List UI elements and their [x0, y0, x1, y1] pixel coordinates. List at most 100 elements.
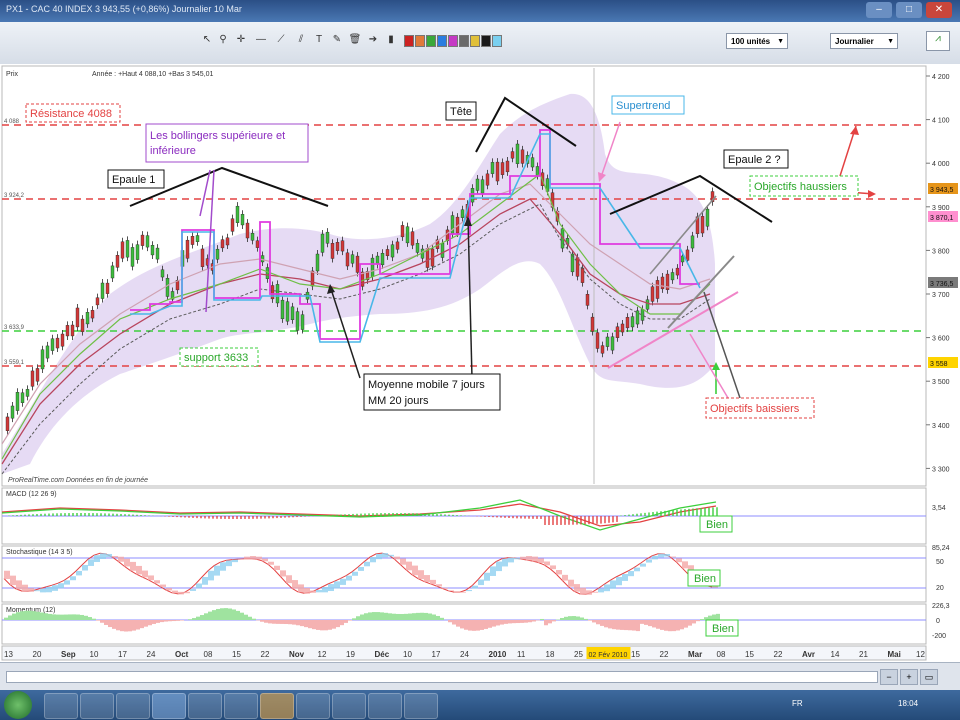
macd-bar [332, 514, 334, 516]
annotation-moving-average[interactable]: Moyenne mobile 7 jours MM 20 jours [363, 373, 501, 411]
candle [530, 157, 535, 168]
momentum-bar [364, 613, 368, 620]
line-icon[interactable]: ― [254, 33, 268, 47]
macd-bar [28, 514, 30, 516]
color-swatch[interactable] [415, 35, 425, 47]
macd-bar [272, 516, 274, 519]
color-swatch[interactable] [437, 35, 447, 47]
close-button[interactable]: ✕ [926, 2, 952, 18]
delete-icon[interactable]: ✎ [330, 33, 344, 47]
period-select[interactable]: Journalier ▼ [830, 33, 898, 49]
annotation-shoulder1[interactable]: Epaule 1 [107, 169, 165, 189]
stoch-band [424, 575, 430, 582]
language-indicator[interactable]: FR [792, 699, 803, 708]
stoch-badge[interactable]: Bien [687, 569, 721, 587]
price-badge-value: 3 736,5 [930, 281, 953, 288]
text-icon[interactable]: T [312, 33, 326, 47]
annotation-objectives-up[interactable]: Objectifs haussiers [749, 175, 859, 197]
annotation-support[interactable]: support 3633 [179, 347, 259, 367]
macd-bar [232, 516, 234, 519]
stoch-band [610, 580, 616, 589]
candle [325, 231, 330, 244]
momentum-bar [316, 620, 320, 630]
macd-bar [180, 516, 182, 518]
stoch-band [94, 555, 100, 563]
color-swatch[interactable] [470, 35, 480, 47]
momentum-bar [668, 620, 672, 632]
crosshair-icon[interactable]: ✛ [234, 33, 248, 47]
taskbar-app-icon[interactable] [116, 693, 150, 719]
macd-bar [304, 516, 306, 517]
annotation-objectives-down[interactable]: Objectifs baissiers [705, 397, 815, 419]
fit-icon[interactable]: ▭ [920, 669, 938, 685]
stoch-band [478, 579, 484, 586]
taskbar-app-icon[interactable] [368, 693, 402, 719]
color-swatch[interactable] [404, 35, 414, 47]
annotation-bollinger[interactable]: Les bollingers supérieure et inférieure [145, 123, 309, 163]
channel-icon[interactable]: ⫽ [294, 33, 308, 47]
annotation-head[interactable]: Tête [445, 101, 477, 121]
svg-text:Bien: Bien [712, 623, 734, 635]
momentum-bar [152, 620, 156, 624]
chart-type-icon[interactable]: ⩘ [926, 31, 950, 51]
taskbar-app-icon[interactable] [224, 693, 258, 719]
macd-bar [412, 513, 414, 516]
zoom-in-icon[interactable]: + [900, 669, 918, 685]
momentum-bar [412, 613, 416, 620]
color-swatch[interactable] [426, 35, 436, 47]
taskbar-app-icon[interactable] [404, 693, 438, 719]
pointer-icon[interactable]: ↖ [200, 33, 214, 47]
momentum-bar [432, 614, 436, 620]
macd-bar [256, 516, 258, 519]
momentum-badge[interactable]: Bien [705, 619, 739, 637]
macd-bar [432, 513, 434, 516]
macd-badge[interactable]: Bien [699, 515, 733, 533]
stoch-band [520, 556, 526, 560]
annotation-shoulder2[interactable]: Epaule 2 ? [723, 149, 789, 169]
candle [225, 237, 230, 246]
taskbar-app-icon[interactable] [296, 693, 330, 719]
color-swatch[interactable] [481, 35, 491, 47]
zoom-out-icon[interactable]: − [880, 669, 898, 685]
x-axis-tick: 24 [147, 650, 156, 659]
horizontal-scrollbar[interactable] [6, 671, 878, 683]
taskbar-app-icon[interactable] [260, 693, 294, 719]
maximize-button[interactable]: □ [896, 2, 922, 18]
candle [255, 240, 260, 248]
minimize-button[interactable]: – [866, 2, 892, 18]
momentum-bar [148, 620, 152, 626]
color-swatch[interactable] [492, 35, 502, 47]
chart-toolbar: ↖ ⚲ ✛ ― ⟋ ⫽ T ✎ 🗑 ➔ ▮ 100 unités ▼ Journa… [0, 22, 960, 65]
trash-icon[interactable]: 🗑 [348, 33, 362, 47]
y-axis-tick: 3 400 [932, 423, 950, 430]
taskbar-app-icon[interactable] [332, 693, 366, 719]
svg-text:Tête: Tête [450, 106, 472, 118]
units-select[interactable]: 100 unités ▼ [726, 33, 788, 49]
momentum-bar [88, 617, 92, 620]
zoom-icon[interactable]: ⚲ [216, 33, 230, 47]
candle [265, 267, 270, 279]
annotation-resistance[interactable]: Résistance 4088 [25, 103, 121, 123]
price-chart[interactable]: Prix Année : +Haut 4 088,10 +Bas 3 545,0… [0, 64, 960, 662]
stoch-band [490, 566, 496, 576]
taskbar-app-icon[interactable] [44, 693, 78, 719]
color-swatch[interactable] [459, 35, 469, 47]
start-button[interactable] [4, 691, 32, 719]
level-label: 3 924,2 [4, 193, 25, 199]
arrow-icon[interactable]: ➔ [366, 33, 380, 47]
momentum-bar [532, 620, 536, 622]
momentum-bar [500, 620, 504, 625]
taskbar-app-icon[interactable] [188, 693, 222, 719]
candle [475, 178, 480, 191]
stoch-band [280, 570, 286, 577]
macd-bar [392, 513, 394, 516]
trend-icon[interactable]: ⟋ [274, 33, 288, 47]
stoch-band [676, 558, 682, 563]
annotation-supertrend[interactable]: Supertrend [611, 95, 685, 115]
taskbar-app-icon[interactable] [80, 693, 114, 719]
marker-icon[interactable]: ▮ [384, 33, 398, 47]
macd-bar [356, 513, 358, 516]
color-swatch[interactable] [448, 35, 458, 47]
stoch-band [448, 590, 454, 592]
taskbar-app-icon[interactable] [152, 693, 186, 719]
